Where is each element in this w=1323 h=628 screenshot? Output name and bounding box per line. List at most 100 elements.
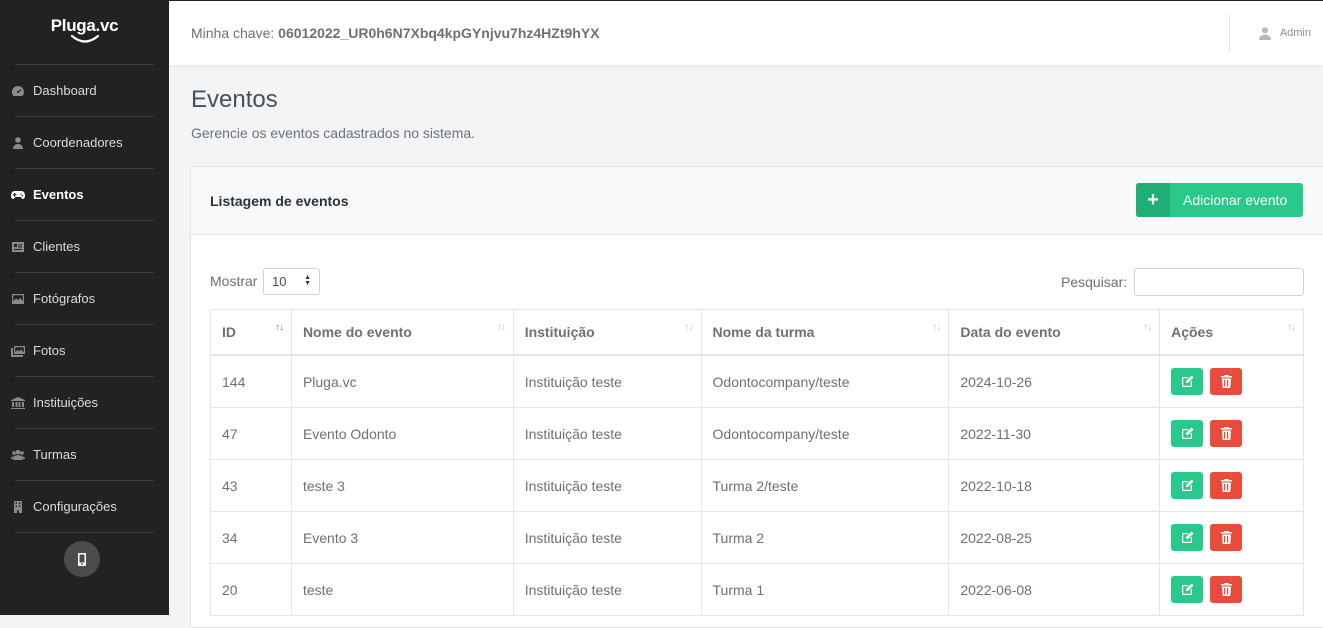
sidebar-item-label: Eventos	[33, 187, 84, 202]
sidebar-item-configuracoes[interactable]: Configurações	[14, 481, 154, 533]
edit-icon	[1181, 583, 1194, 595]
edit-button[interactable]	[1171, 576, 1204, 603]
column-header-actions[interactable]: Ações ↑↓	[1159, 309, 1304, 356]
trash-icon	[1220, 479, 1232, 492]
cell-event-name: teste 3	[290, 459, 514, 512]
cell-event-name: Pluga.vc	[290, 354, 514, 408]
sidebar-item-dashboard[interactable]: Dashboard	[12, 65, 154, 117]
trash-icon	[1220, 375, 1232, 388]
entries-per-page-select[interactable]: 10 ▲ ▼	[263, 268, 320, 295]
cell-class-name: Turma 2	[700, 511, 950, 564]
cell-institution: Instituição teste	[512, 407, 702, 460]
api-key-display: Minha chave: 06012022_UR0h6N7Xbq4kpGYnjv…	[191, 25, 600, 41]
add-event-button[interactable]: + Adicionar evento	[1136, 183, 1303, 217]
cell-actions	[1159, 563, 1304, 616]
api-key-label: Minha chave:	[191, 25, 275, 41]
cell-id: 43	[210, 459, 292, 512]
building-icon	[11, 500, 25, 513]
sidebar-item-instituicoes[interactable]: Instituições	[11, 377, 154, 429]
edit-button[interactable]	[1171, 368, 1204, 395]
api-key-value: 06012022_UR0h6N7Xbq4kpGYnjvu7hz4HZt9hYX	[278, 25, 600, 41]
cell-class-name: Turma 2/teste	[700, 459, 950, 512]
edit-button[interactable]	[1171, 420, 1204, 447]
dashboard-icon	[11, 85, 25, 97]
sidebar-item-label: Clientes	[33, 239, 80, 254]
column-label: Nome do evento	[302, 324, 412, 340]
cell-id: 20	[210, 563, 292, 616]
cell-actions	[1159, 459, 1304, 512]
cell-id: 34	[210, 511, 292, 564]
select-arrows-icon: ▲ ▼	[304, 274, 311, 287]
delete-button[interactable]	[1210, 472, 1242, 499]
edit-button[interactable]	[1171, 524, 1204, 551]
brand-logo[interactable]: Pluga.vc	[15, 0, 154, 65]
edit-icon	[1181, 479, 1194, 491]
trash-icon	[1220, 531, 1232, 544]
bank-icon	[11, 396, 25, 409]
delete-button[interactable]	[1210, 420, 1242, 447]
sidebar: Pluga.vc Dashboard Coordenadores Eventos…	[0, 0, 169, 615]
user-menu[interactable]: Admin	[1258, 1, 1311, 65]
smile-icon	[70, 34, 99, 43]
cell-id: 47	[210, 407, 292, 460]
sidebar-item-fotos[interactable]: Fotos	[11, 325, 154, 377]
edit-icon	[1181, 531, 1194, 543]
table-controls: Mostrar 10 ▲ ▼ Pesquisar:	[191, 235, 1323, 310]
user-name: Admin	[1279, 27, 1311, 39]
sidebar-item-clientes[interactable]: Clientes	[12, 221, 154, 273]
cell-event-name: teste	[290, 563, 514, 616]
page-subtitle: Gerencie os eventos cadastrados no siste…	[191, 125, 476, 141]
sidebar-item-label: Instituições	[33, 395, 99, 410]
users-icon	[11, 449, 25, 461]
column-label: Instituição	[524, 324, 595, 340]
card-header: Listagem de eventos + Adicionar evento	[191, 167, 1323, 235]
delete-button[interactable]	[1210, 576, 1242, 603]
sidebar-item-label: Configurações	[33, 499, 117, 514]
sort-icon: ↑↓	[1143, 322, 1152, 333]
cell-institution: Instituição teste	[512, 511, 702, 564]
add-event-label: Adicionar evento	[1183, 192, 1288, 208]
cell-event-date: 2022-08-25	[948, 511, 1161, 564]
column-label: Ações	[1171, 324, 1214, 340]
sidebar-item-label: Turmas	[33, 447, 77, 462]
column-header-event-date[interactable]: Data do evento ↑↓	[948, 309, 1161, 356]
cell-event-date: 2022-10-18	[948, 459, 1161, 512]
entries-per-page-value: 10	[272, 274, 287, 289]
cell-institution: Instituição teste	[512, 459, 702, 512]
delete-button[interactable]	[1210, 368, 1242, 395]
cell-class-name: Odontocompany/teste	[700, 407, 950, 460]
gamepad-icon	[11, 189, 25, 201]
sidebar-item-label: Coordenadores	[33, 135, 123, 150]
cell-event-name: Evento 3	[290, 511, 514, 564]
column-header-id[interactable]: ID ↑↓	[210, 309, 292, 356]
show-entries-label: Mostrar	[210, 273, 258, 289]
cell-institution: Instituição teste	[512, 563, 702, 616]
cell-event-date: 2024-10-26	[948, 354, 1161, 408]
events-table: ID ↑↓ Nome do evento ↑↓ Instituição ↑↓ Nome…	[210, 309, 1304, 616]
mobile-icon	[78, 552, 86, 566]
plus-icon: +	[1136, 183, 1170, 217]
table-row: 144 Pluga.vc Instituição teste Odontocom…	[210, 354, 1304, 408]
column-label: Data do evento	[960, 324, 1061, 340]
edit-button[interactable]	[1171, 472, 1204, 499]
column-header-class-name[interactable]: Nome da turma ↑↓	[700, 309, 950, 356]
page-title: Eventos	[191, 86, 278, 113]
cell-id: 144	[210, 354, 292, 408]
events-card: Listagem de eventos + Adicionar evento M…	[190, 166, 1323, 628]
sidebar-item-coordenadores[interactable]: Coordenadores	[13, 117, 154, 169]
cell-event-name: Evento Odonto	[290, 407, 514, 460]
column-label: ID	[222, 324, 236, 340]
sidebar-item-fotografos[interactable]: Fotógrafos	[12, 273, 154, 325]
sidebar-item-eventos[interactable]: Eventos	[11, 169, 154, 221]
topbar: Minha chave: 06012022_UR0h6N7Xbq4kpGYnjv…	[169, 0, 1323, 65]
edit-icon	[1181, 427, 1194, 439]
search-input[interactable]	[1134, 268, 1304, 296]
column-header-institution[interactable]: Instituição ↑↓	[512, 309, 702, 356]
user-icon	[1258, 26, 1271, 40]
mobile-toggle-button[interactable]	[64, 541, 100, 577]
delete-button[interactable]	[1210, 524, 1242, 551]
sidebar-item-turmas[interactable]: Turmas	[11, 429, 154, 481]
topbar-divider	[1229, 15, 1230, 51]
column-header-event-name[interactable]: Nome do evento ↑↓	[290, 309, 514, 356]
cell-event-date: 2022-11-30	[948, 407, 1161, 460]
